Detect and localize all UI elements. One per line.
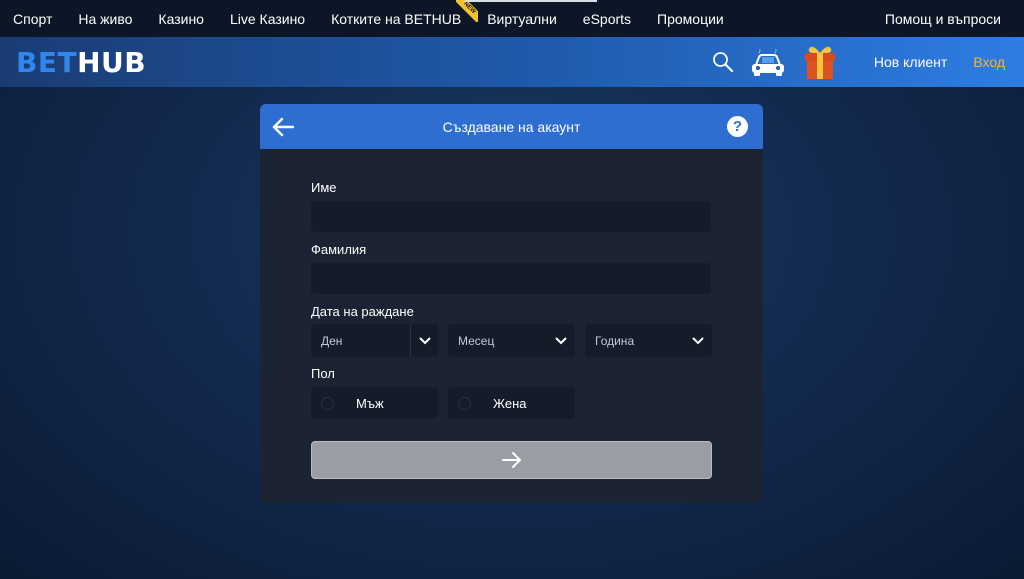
nav-item-bethub-cats-label: Котките на BETHUB [331,10,462,27]
month-select-value: Месец [458,333,495,348]
search-icon[interactable] [708,47,738,77]
radio-circle [458,396,471,410]
new-client-link[interactable]: Нов клиент [874,54,947,70]
nav-item-virtual[interactable]: Виртуални [474,0,570,37]
birthdate-label: Дата на раждане [311,304,414,319]
last-name-input[interactable] [311,263,711,294]
gender-label: Пол [311,366,335,381]
radio-circle [321,396,334,410]
gift-icon[interactable] [800,42,840,82]
gender-female-radio[interactable]: Жена [448,387,575,419]
back-arrow-icon[interactable] [270,114,296,140]
year-select[interactable]: Година [585,324,712,357]
svg-text:♪: ♪ [774,49,777,55]
nav-active-underline [465,0,597,2]
month-select[interactable]: Месец [448,324,575,357]
chevron-down-icon [410,324,438,357]
nav-item-help[interactable]: Помощ и въпроси [872,0,1024,37]
gender-female-label: Жена [493,395,527,411]
create-account-modal: Създаване на акаунт ? Име Фамилия Дата н… [260,104,763,503]
first-name-input[interactable] [311,201,711,232]
day-select[interactable]: Ден [311,324,438,357]
bethub-logo[interactable]: BETHUB [16,46,146,79]
nav-item-live[interactable]: На живо [65,0,145,37]
year-select-value: Година [595,333,635,348]
nav-item-live-casino[interactable]: Live Казино [217,0,318,37]
help-icon[interactable]: ? [727,116,748,137]
gender-male-label: Мъж [356,395,384,411]
nav-item-bethub-cats[interactable]: Котките на BETHUB NEW [318,0,479,37]
first-name-label: Име [311,180,337,195]
modal-title: Създаване на акаунт [442,118,581,135]
nav-item-promotions[interactable]: Промоции [644,0,737,37]
gender-male-radio[interactable]: Мъж [311,387,438,419]
modal-header: Създаване на акаунт ? [260,104,763,149]
car-icon[interactable]: ♪ ♪ [748,45,788,79]
arrow-right-icon [501,452,521,468]
nav-item-esports[interactable]: eSports [570,0,644,37]
nav-item-sport[interactable]: Спорт [0,0,65,37]
chevron-down-icon [547,324,575,357]
svg-text:♪: ♪ [758,49,761,55]
nav-item-casino[interactable]: Казино [145,0,217,37]
site-header: BETHUB ♪ ♪ Нов клиент Вход [0,37,1024,87]
chevron-down-icon [684,324,712,357]
day-select-value: Ден [321,333,343,348]
top-navigation: Спорт На живо Казино Live Казино Котките… [0,0,1024,37]
next-button[interactable] [311,441,712,479]
last-name-label: Фамилия [311,242,367,257]
login-link[interactable]: Вход [973,54,1005,70]
